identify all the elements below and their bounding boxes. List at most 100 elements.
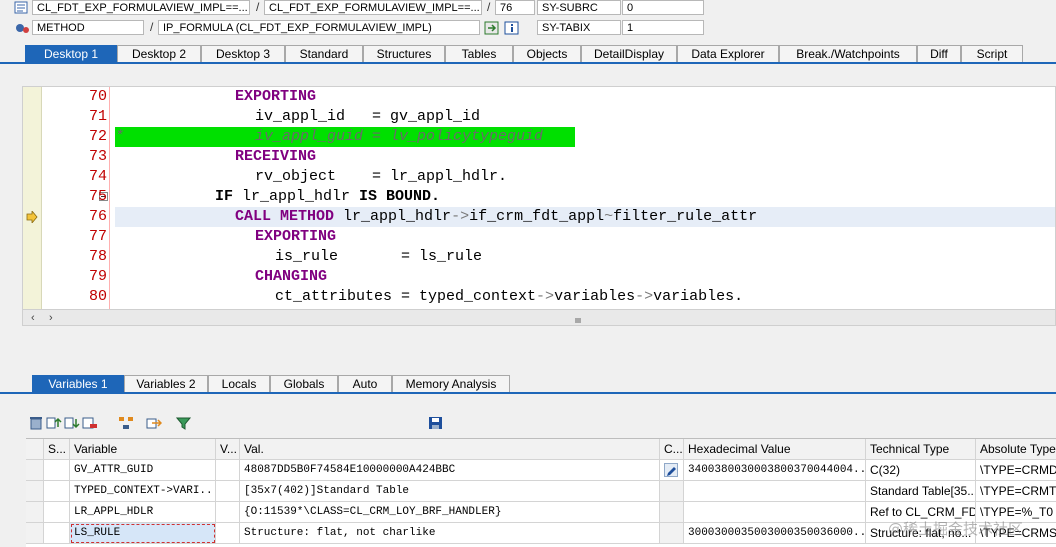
code-token: filter_rule_attr xyxy=(613,208,758,225)
col-header-variable[interactable]: Variable xyxy=(70,439,216,460)
table-cell xyxy=(216,502,240,523)
source-editor[interactable]: 70 71 72 73 74 75 76 77 78 79 80 EXPORTI… xyxy=(22,86,1056,326)
table-cell xyxy=(216,460,240,481)
table-cell xyxy=(44,502,70,523)
tab-desktop-2[interactable]: Desktop 2 xyxy=(117,45,201,62)
tab-variables-2[interactable]: Variables 2 xyxy=(124,375,208,392)
keyword: EXPORTING xyxy=(255,228,337,245)
value-cell[interactable]: 48087DD5B0F74584E10000000A424BBC xyxy=(240,460,660,481)
change-cell[interactable] xyxy=(660,460,684,481)
save-icon[interactable] xyxy=(428,416,444,430)
hierarchy-icon[interactable] xyxy=(118,416,134,430)
tab-globals[interactable]: Globals xyxy=(270,375,338,392)
kind-field[interactable]: METHOD xyxy=(32,20,144,35)
info-icon[interactable] xyxy=(504,21,520,35)
hex-cell: 3400380030003800370044004... xyxy=(684,460,866,481)
remove-row-icon[interactable] xyxy=(82,416,98,430)
code-line-76: CALL METHOD lr_appl_hdlr->if_crm_fdt_app… xyxy=(235,207,757,227)
operator: -> xyxy=(536,288,555,305)
line-number: 79 xyxy=(88,268,107,285)
hex-cell: 3000300035003000350036000... xyxy=(684,523,866,544)
separator: / xyxy=(150,20,154,34)
row-selector[interactable] xyxy=(26,460,44,481)
tab-script[interactable]: Script xyxy=(961,45,1023,62)
tab-detaildisplay[interactable]: DetailDisplay xyxy=(581,45,677,62)
line-number: 70 xyxy=(88,88,107,105)
navigate-icon[interactable] xyxy=(484,21,500,35)
tab-locals[interactable]: Locals xyxy=(208,375,270,392)
move-up-icon[interactable] xyxy=(46,416,62,430)
method-field[interactable]: IP_FORMULA (CL_FDT_EXP_FORMULAVIEW_IMPL) xyxy=(158,20,480,35)
filter-icon[interactable] xyxy=(175,416,192,430)
export-icon[interactable] xyxy=(146,416,163,430)
code-token: = ls_rule xyxy=(338,248,483,265)
row-selector[interactable] xyxy=(26,523,44,544)
col-header-s[interactable]: S... xyxy=(44,439,70,460)
variable-name-cell[interactable]: LR_APPL_HDLR xyxy=(70,502,216,523)
move-down-icon[interactable] xyxy=(64,416,80,430)
variables-toolbar xyxy=(26,414,1056,434)
code-line-77: EXPORTING xyxy=(255,227,336,247)
variable-name-cell[interactable]: GV_ATTR_GUID xyxy=(70,460,216,481)
code-token: iv_appl_id xyxy=(255,108,346,125)
scroll-right-icon[interactable]: › xyxy=(49,312,53,324)
tab-objects[interactable]: Objects xyxy=(513,45,581,62)
operator: -> xyxy=(451,208,470,225)
tab-auto[interactable]: Auto xyxy=(338,375,392,392)
sysfield-value-2[interactable]: 1 xyxy=(622,20,704,35)
tab-structures[interactable]: Structures xyxy=(363,45,445,62)
code-line-75: IF lr_appl_hdlr IS BOUND. xyxy=(215,187,440,207)
technical-type-cell: C(32) xyxy=(866,460,976,481)
edit-pencil-icon[interactable] xyxy=(664,463,678,477)
col-header-c[interactable]: C... xyxy=(660,439,684,460)
value-cell[interactable]: [35x7(402)]Standard Table xyxy=(240,481,660,502)
line-field[interactable]: 76 xyxy=(495,0,535,15)
variables-tabstrip: Variables 1 Variables 2 Locals Globals A… xyxy=(0,374,1056,394)
tab-desktop-1[interactable]: Desktop 1 xyxy=(25,45,117,62)
tab-desktop-3[interactable]: Desktop 3 xyxy=(201,45,285,62)
line-number: 77 xyxy=(88,228,107,245)
tab-watchpoints[interactable]: Break./Watchpoints xyxy=(779,45,917,62)
horizontal-scrollbar[interactable]: ‹ › xyxy=(23,309,1055,325)
program-field[interactable]: CL_FDT_EXP_FORMULAVIEW_IMPL==... xyxy=(32,0,250,15)
value-cell[interactable]: Structure: flat, not charlike xyxy=(240,523,660,544)
tab-diff[interactable]: Diff xyxy=(917,45,961,62)
code-line-70: EXPORTING xyxy=(235,87,316,107)
current-statement-arrow-icon xyxy=(26,209,38,225)
sysfield-name-1[interactable]: SY-SUBRC xyxy=(537,0,621,15)
col-header-hex[interactable]: Hexadecimal Value xyxy=(684,439,866,460)
col-header-v[interactable]: V... xyxy=(216,439,240,460)
delete-icon[interactable] xyxy=(28,416,44,430)
sysfield-value-1[interactable]: 0 xyxy=(622,0,704,15)
tab-standard[interactable]: Standard xyxy=(285,45,363,62)
keyword: EXPORTING xyxy=(235,88,317,105)
scroll-grip-icon[interactable] xyxy=(575,313,583,323)
tab-memory-analysis[interactable]: Memory Analysis xyxy=(392,375,510,392)
variable-name-cell[interactable]: LS_RULE xyxy=(70,523,216,544)
tab-tables[interactable]: Tables xyxy=(445,45,513,62)
sysfield-name-2[interactable]: SY-TABIX xyxy=(537,20,621,35)
tab-variables-1[interactable]: Variables 1 xyxy=(32,375,124,392)
col-header-val[interactable]: Val. xyxy=(240,439,660,460)
technical-type-cell: Standard Table[35... xyxy=(866,481,976,502)
method-icon xyxy=(14,21,30,35)
editor-gutter xyxy=(23,87,42,319)
scroll-left-icon[interactable]: ‹ xyxy=(31,312,35,324)
line-number-divider xyxy=(109,87,110,309)
value-cell[interactable]: {O:11539*\CLASS=CL_CRM_LOY_BRF_HANDLER} xyxy=(240,502,660,523)
row-selector[interactable] xyxy=(26,481,44,502)
include-field[interactable]: CL_FDT_EXP_FORMULAVIEW_IMPL==... xyxy=(264,0,482,15)
code-line-74: rv_object = lr_appl_hdlr. xyxy=(255,167,507,187)
change-cell xyxy=(660,502,684,523)
line-number: 71 xyxy=(88,108,107,125)
col-header-technical-type[interactable]: Technical Type xyxy=(866,439,976,460)
code-token: if_crm_fdt_appl xyxy=(469,208,605,225)
tab-data-explorer[interactable]: Data Explorer xyxy=(677,45,779,62)
variable-name-cell[interactable]: TYPED_CONTEXT->VARI... xyxy=(70,481,216,502)
col-header-absolute-type[interactable]: Absolute Type xyxy=(976,439,1056,460)
code-line-73: RECEIVING xyxy=(235,147,316,167)
row-selector[interactable] xyxy=(26,502,44,523)
line-number: 76 xyxy=(88,208,107,225)
code-token: lr_appl_hdlr xyxy=(233,188,360,205)
line-number: 75 xyxy=(88,188,107,205)
